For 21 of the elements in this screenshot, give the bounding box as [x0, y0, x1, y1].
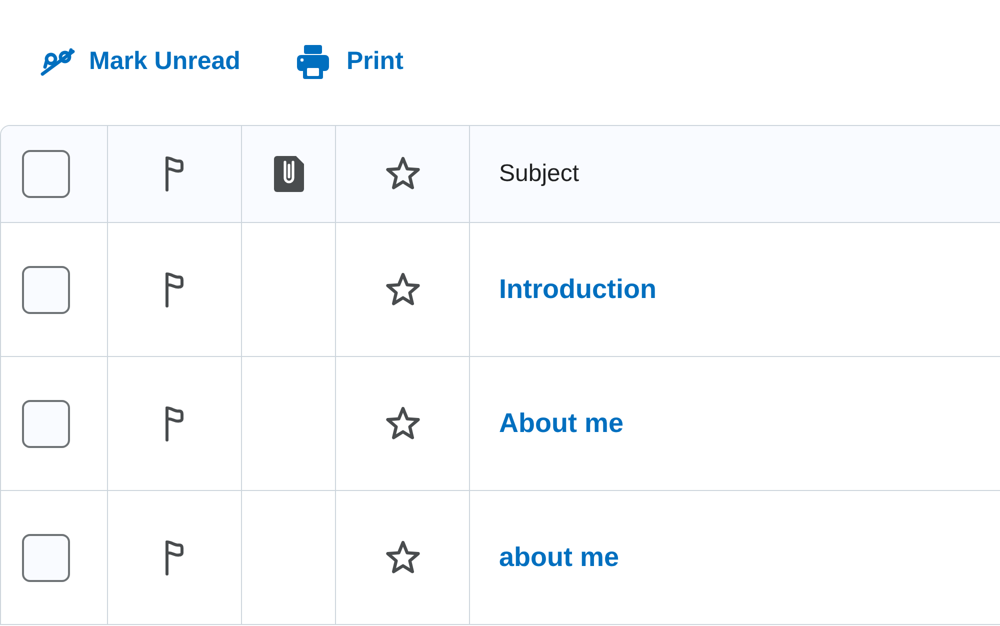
flag-icon[interactable] [164, 406, 186, 442]
star-icon[interactable] [384, 540, 420, 576]
star-icon[interactable] [384, 272, 420, 308]
checkbox[interactable] [22, 150, 70, 198]
checkbox[interactable] [22, 400, 70, 448]
checkbox[interactable] [22, 266, 70, 314]
flag-icon[interactable] [164, 540, 186, 576]
print-button[interactable]: Print [285, 40, 416, 84]
column-header[interactable]: Subject [499, 156, 580, 192]
message-link[interactable]: About me [499, 403, 624, 444]
paperclip-icon[interactable] [274, 156, 304, 192]
slashed-glasses-icon [40, 48, 76, 76]
mark-unread-button[interactable]: Mark Unread [28, 40, 252, 84]
star-icon[interactable] [384, 156, 420, 192]
star-icon[interactable] [384, 406, 420, 442]
printer-icon [297, 45, 330, 79]
checkbox[interactable] [22, 534, 70, 582]
flag-icon[interactable] [164, 156, 186, 192]
flag-icon[interactable] [164, 272, 186, 308]
message-link[interactable]: about me [499, 537, 620, 578]
message-link[interactable]: Introduction [499, 269, 656, 310]
